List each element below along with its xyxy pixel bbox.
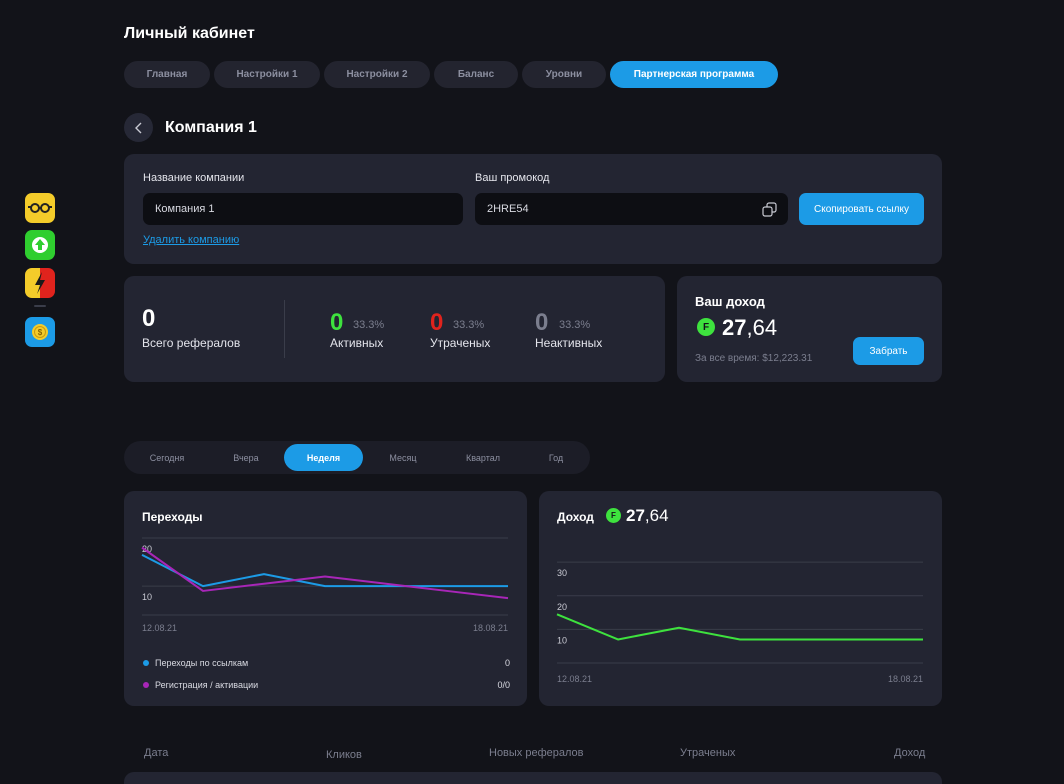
legend-value-registrations: 0/0 xyxy=(497,680,510,690)
page-title: Личный кабинет xyxy=(124,25,255,42)
income-chart-card: Доход F 27,64 10 20 30 12.08.21 18.08.21 xyxy=(539,491,942,706)
delete-company-link[interactable]: Удалить компанию xyxy=(143,234,239,246)
table-header-lost: Утраченых xyxy=(680,747,736,759)
legend-label-links: Переходы по ссылкам xyxy=(155,658,249,668)
legend-dot-registrations xyxy=(143,682,149,688)
company-title: Компания 1 xyxy=(165,119,257,136)
chevron-left-icon xyxy=(134,122,141,133)
income-amount-dec: ,64 xyxy=(746,315,778,340)
income-tick-20: 20 xyxy=(557,602,567,612)
lightning-app-icon[interactable] xyxy=(25,268,55,298)
table-header-new-referrals: Новых рефералов xyxy=(489,747,584,759)
table-header-income: Доход xyxy=(894,747,926,759)
legend-dot-links xyxy=(143,660,149,666)
inactive-referrals-pct: 33.3% xyxy=(559,319,591,331)
income-chart: 10 20 30 xyxy=(556,561,923,664)
table-row xyxy=(124,772,942,784)
legend-value-links: 0 xyxy=(504,658,510,668)
transitions-tick-10: 10 xyxy=(142,592,152,602)
income-card: Ваш доход F 27,64 За все время: $12,223.… xyxy=(677,276,942,382)
active-referrals-value: 0 xyxy=(330,309,344,336)
income-alltime: За все время: $12,223.31 xyxy=(695,353,813,364)
income-chart-date-end: 18.08.21 xyxy=(887,674,923,684)
transitions-card: Переходы 10 20 12.08.21 18.08.21 xyxy=(124,491,527,706)
promo-code-value: 2HRE54 xyxy=(487,203,529,215)
claim-button[interactable]: Забрать xyxy=(853,337,924,365)
tab-levels[interactable]: Уровни xyxy=(522,61,606,88)
tab-partner-program[interactable]: Партнерская программа xyxy=(610,61,778,88)
coin-app-icon[interactable]: $ xyxy=(25,317,55,347)
app-separator xyxy=(34,305,46,307)
tab-balance[interactable]: Баланс xyxy=(434,61,518,88)
copy-icon[interactable] xyxy=(762,202,777,217)
referral-stats-card: 0 Всего рефералов 0 33.3% Активных 0 33.… xyxy=(124,276,665,382)
company-name-label: Название компании xyxy=(143,172,245,184)
period-month[interactable]: Месяц xyxy=(365,444,441,471)
table-header-clicks: Кликов xyxy=(326,749,362,761)
income-title: Ваш доход xyxy=(695,294,765,309)
total-referrals-label: Всего рефералов xyxy=(142,336,241,350)
income-tick-10: 10 xyxy=(557,635,567,645)
total-referrals-value: 0 xyxy=(142,305,156,332)
transitions-chart: 1020 xyxy=(141,537,509,616)
glasses-app-icon[interactable] xyxy=(25,193,55,223)
active-referrals-pct: 33.3% xyxy=(353,319,385,331)
back-button[interactable] xyxy=(124,113,153,142)
inactive-referrals-value: 0 xyxy=(535,309,549,336)
arrow-up-app-icon[interactable] xyxy=(25,230,55,260)
promo-code-label: Ваш промокод xyxy=(475,172,550,184)
legend-item-links: Переходы по ссылкам 0 xyxy=(143,658,510,668)
transitions-series-line-0 xyxy=(141,553,508,588)
coin-icon: F xyxy=(697,318,715,336)
company-name-field[interactable]: Компания 1 xyxy=(143,193,463,225)
transitions-date-start: 12.08.21 xyxy=(142,623,178,633)
income-amount: 27,64 xyxy=(722,315,777,341)
main-tabs: Главная Настройки 1 Настройки 2 Баланс У… xyxy=(124,61,778,88)
transitions-date-end: 18.08.21 xyxy=(472,623,508,633)
period-today[interactable]: Сегодня xyxy=(128,444,206,471)
inactive-referrals-label: Неактивных xyxy=(535,336,603,350)
period-yesterday[interactable]: Вчера xyxy=(208,444,284,471)
period-week[interactable]: Неделя xyxy=(284,444,363,471)
svg-text:$: $ xyxy=(38,328,43,337)
copy-link-button[interactable]: Скопировать ссылку xyxy=(799,193,924,225)
tab-settings-2[interactable]: Настройки 2 xyxy=(324,61,430,88)
active-referrals-label: Активных xyxy=(330,336,384,350)
income-tick-30: 30 xyxy=(557,568,567,578)
lost-referrals-pct: 33.3% xyxy=(453,319,485,331)
tab-main[interactable]: Главная xyxy=(124,61,210,88)
lost-referrals-value: 0 xyxy=(430,309,444,336)
table-header-date: Дата xyxy=(144,747,169,759)
transitions-series-line-1 xyxy=(141,546,509,600)
promo-code-field[interactable]: 2HRE54 xyxy=(475,193,788,225)
lost-referrals-label: Утраченых xyxy=(430,336,491,350)
period-year[interactable]: Год xyxy=(525,444,587,471)
tab-settings-1[interactable]: Настройки 1 xyxy=(214,61,320,88)
legend-item-registrations: Регистрация / активации 0/0 xyxy=(143,680,510,690)
income-chart-date-start: 12.08.21 xyxy=(557,674,593,684)
period-quarter[interactable]: Квартал xyxy=(443,444,523,471)
period-selector: Сегодня Вчера Неделя Месяц Квартал Год xyxy=(124,441,590,474)
income-series-line-0 xyxy=(556,613,923,641)
stats-divider xyxy=(284,300,285,358)
company-form-card: Название компании Компания 1 Ваш промоко… xyxy=(124,154,942,264)
income-amount-int: 27 xyxy=(722,315,747,340)
legend-label-registrations: Регистрация / активации xyxy=(155,680,259,690)
